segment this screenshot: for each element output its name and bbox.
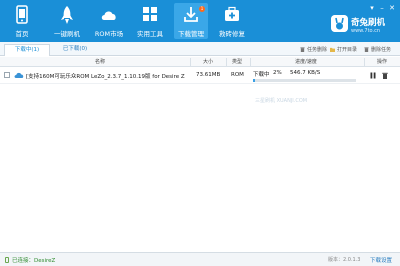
nav-one-click-flash-label: 一键刷机 (54, 30, 80, 38)
open-directory-button[interactable]: 打开目录 (330, 46, 357, 53)
column-progress-speed[interactable]: 进度/速度 (250, 58, 362, 66)
phone-home-icon (16, 5, 28, 24)
watermark: 三星刷机 XUANJI.COM (255, 98, 308, 104)
status-bar: 已连接：DesireZ 版本：2.0.1.3 下载设置 (0, 252, 400, 266)
pause-icon[interactable] (370, 72, 376, 79)
delete-icon (364, 47, 369, 52)
nav-rom-market-label: ROM市场 (94, 30, 124, 38)
rabbit-logo-icon (331, 15, 348, 32)
column-name[interactable]: 名称 (14, 58, 186, 66)
delete-task-label: 删除任务 (371, 47, 392, 53)
download-count-badge: 1 (199, 6, 205, 12)
open-directory-label: 打开目录 (337, 47, 358, 53)
trash-icon[interactable] (382, 72, 388, 79)
clear-tasks-label: 任务删除 (307, 47, 328, 53)
download-status: 下载中 (253, 72, 270, 78)
column-type[interactable]: 类型 (226, 58, 248, 66)
nav-home[interactable]: 首页 (5, 3, 39, 39)
nav-tools-label: 实用工具 (137, 30, 163, 38)
tab-downloaded[interactable]: 已下载(0) (52, 44, 98, 56)
download-speed: 546.7 KB/S (290, 70, 321, 76)
nav-tools[interactable]: 实用工具 (133, 3, 167, 39)
phone-connected-icon (5, 257, 9, 263)
minimize-button[interactable]: – (378, 4, 386, 12)
rom-cloud-icon (14, 72, 24, 78)
rom-type: ROM (231, 72, 244, 78)
delete-task-button[interactable]: 删除任务 (364, 46, 391, 53)
column-actions[interactable]: 操作 (364, 58, 400, 66)
download-tabs-bar: 下载中(1) 已下载(0) 任务删除 打开目录 删除任务 (0, 42, 400, 56)
rom-name: [支持160M可玩乐众ROM LeZo_2.3.7_1.10.19版 for D… (26, 74, 185, 80)
connection-status: 已连接：DesireZ (12, 258, 56, 264)
menu-dropdown-button[interactable]: ▾ (368, 4, 376, 12)
column-size[interactable]: 大小 (190, 58, 226, 66)
top-toolbar: 首页 一键刷机 ROM市场 实用工具 1 下载管理 救砖修复 ▾ – ✕ 奇兔刷… (0, 0, 400, 42)
nav-download-manager[interactable]: 1 下载管理 (174, 3, 208, 39)
clear-tasks-button[interactable]: 任务删除 (300, 46, 327, 53)
trash-icon (300, 47, 305, 52)
table-header: 名称 大小 类型 进度/速度 操作 (0, 57, 400, 67)
download-progress-fill (253, 79, 256, 82)
rom-size: 73.61MB (196, 72, 221, 78)
close-button[interactable]: ✕ (388, 4, 396, 12)
folder-icon (330, 47, 335, 52)
nav-rescue-repair-label: 救砖修复 (219, 30, 245, 38)
nav-one-click-flash[interactable]: 一键刷机 (50, 3, 84, 39)
nav-download-manager-label: 下载管理 (178, 30, 204, 38)
grid-tools-icon (143, 7, 157, 21)
table-row[interactable]: [支持160M可玩乐众ROM LeZo_2.3.7_1.10.19版 for D… (0, 68, 400, 84)
version-label: 版本：2.0.1.3 (328, 257, 361, 263)
cloud-icon (101, 11, 116, 20)
download-progress-bar (253, 79, 356, 82)
rocket-icon (61, 6, 73, 24)
download-settings-link[interactable]: 下载设置 (370, 256, 392, 264)
brand-url: www.7to.cn (351, 28, 381, 34)
nav-rescue-repair[interactable]: 救砖修复 (215, 3, 249, 39)
row-checkbox[interactable] (4, 72, 10, 78)
brand-name: 奇兔刷机 (351, 18, 386, 28)
nav-rom-market[interactable]: ROM市场 (92, 3, 126, 39)
download-percent: 2% (273, 70, 282, 76)
tab-downloading[interactable]: 下载中(1) (4, 44, 50, 56)
nav-home-label: 首页 (15, 30, 29, 38)
brand-logo: 奇兔刷机 www.7to.cn (331, 15, 395, 37)
first-aid-icon (225, 6, 239, 21)
download-icon (184, 7, 198, 22)
window-controls: ▾ – ✕ (366, 4, 396, 12)
